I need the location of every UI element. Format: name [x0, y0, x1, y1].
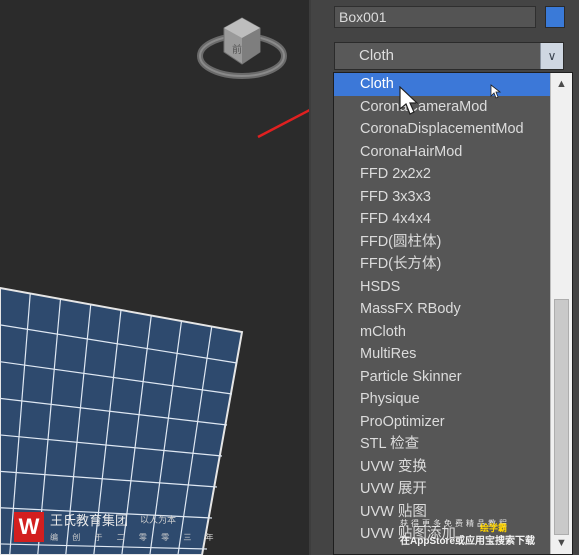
dropdown-item[interactable]: ProOptimizer — [334, 411, 552, 434]
watermark-logo: W — [14, 512, 44, 542]
dropdown-item[interactable]: Particle Skinner — [334, 366, 552, 389]
dropdown-item[interactable]: FFD 4x4x4 — [334, 208, 552, 231]
dropdown-items: Cloth CoronaCameraMod CoronaDisplacementMo… — [334, 73, 552, 546]
dropdown-item[interactable]: CoronaCameraMod — [334, 96, 552, 119]
dropdown-item[interactable]: FFD 2x2x2 — [334, 163, 552, 186]
modify-command-panel: Box001 Cloth ∨ Cloth CoronaCameraMod Coron… — [311, 0, 579, 555]
svg-text:前: 前 — [232, 43, 242, 56]
viewcube-icon[interactable]: 前 — [188, 6, 298, 86]
annotation-arrow — [257, 108, 309, 139]
object-name-field[interactable]: Box001 — [334, 6, 536, 28]
corner-watermark-line2: 在AppStore或应用宝搜索下载 — [400, 536, 535, 547]
3dsmax-window: 前 W 王氏教育集团 以人为本 编 创 于 二 零 零 三 年 Box001 C… — [0, 0, 579, 555]
dropdown-item[interactable]: Cloth — [334, 73, 552, 96]
dropdown-item[interactable]: mCloth — [334, 321, 552, 344]
dropdown-item[interactable]: FFD(圆柱体) — [334, 231, 552, 254]
modifier-dropdown-list[interactable]: Cloth CoronaCameraMod CoronaDisplacementMo… — [333, 72, 573, 555]
perspective-viewport[interactable]: 前 W 王氏教育集团 以人为本 编 创 于 二 零 零 三 年 — [0, 0, 311, 555]
watermark: W 王氏教育集团 以人为本 编 创 于 二 零 零 三 年 — [14, 510, 214, 550]
dropdown-item[interactable]: STL 检查 — [334, 433, 552, 456]
corner-watermark: 获得更多免费精品教程 绘学霸 在AppStore或应用宝搜索下载 — [400, 518, 578, 554]
scroll-thumb[interactable] — [554, 299, 569, 535]
dropdown-item[interactable]: Physique — [334, 388, 552, 411]
watermark-title: 王氏教育集团 — [50, 513, 129, 528]
modifier-list-value: Cloth — [359, 47, 395, 64]
dropdown-item[interactable]: UVW 展开 — [334, 478, 552, 501]
dropdown-scrollbar[interactable]: ▲ ▼ — [550, 73, 572, 554]
watermark-tagline: 以人为本 — [140, 515, 177, 525]
scroll-up-arrow-icon[interactable]: ▲ — [551, 75, 572, 93]
modifier-list-select[interactable]: Cloth ∨ — [334, 42, 564, 70]
watermark-subtitle: 编 创 于 二 零 零 三 年 — [50, 533, 220, 542]
dropdown-item[interactable]: MassFX RBody — [334, 298, 552, 321]
dropdown-item[interactable]: CoronaDisplacementMod — [334, 118, 552, 141]
dropdown-item[interactable]: FFD 3x3x3 — [334, 186, 552, 209]
dropdown-item[interactable]: CoronaHairMod — [334, 141, 552, 164]
secondary-cursor-icon — [490, 84, 502, 99]
dropdown-item[interactable]: MultiRes — [334, 343, 552, 366]
object-color-swatch[interactable] — [545, 6, 565, 28]
mouse-cursor-icon — [399, 86, 418, 115]
chevron-down-icon[interactable]: ∨ — [540, 43, 563, 69]
dropdown-item[interactable]: FFD(长方体) — [334, 253, 552, 276]
dropdown-item[interactable]: UVW 变换 — [334, 456, 552, 479]
dropdown-item[interactable]: HSDS — [334, 276, 552, 299]
